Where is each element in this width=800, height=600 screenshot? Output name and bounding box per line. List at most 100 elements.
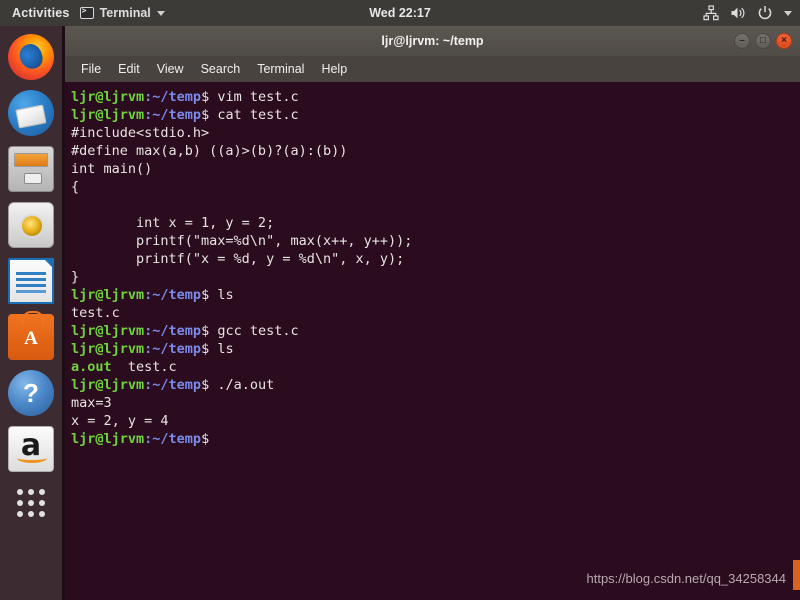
terminal-line: { <box>71 178 800 196</box>
terminal-line: printf("x = %d, y = %d\n", x, y); <box>71 250 800 268</box>
terminal-line: x = 2, y = 4 <box>71 412 800 430</box>
terminal-output-line: #include<stdio.h> <box>71 125 210 141</box>
menu-item-help[interactable]: Help <box>321 62 347 76</box>
resize-grip[interactable] <box>793 560 800 590</box>
terminal-window: ljr@ljrvm: ~/temp – □ × File Edit View S… <box>62 26 800 600</box>
terminal-output-line: printf("max=%d\n", max(x++, y++)); <box>71 233 413 249</box>
terminal-line: #define max(a,b) ((a)>(b)?(a):(b)) <box>71 142 800 160</box>
close-button[interactable]: × <box>776 33 792 49</box>
terminal-line: ljr@ljrvm:~/temp$ ls <box>71 286 800 304</box>
terminal-output-line: test.c <box>71 305 120 321</box>
grid-dot <box>27 511 34 518</box>
prompt-command: $ ./a.out <box>201 377 275 393</box>
prompt-user: ljr@ljrvm <box>71 287 145 303</box>
maximize-icon: □ <box>759 35 767 46</box>
prompt-user: ljr@ljrvm <box>71 107 145 123</box>
prompt-path: :~/temp <box>144 323 202 339</box>
prompt-command: $ cat test.c <box>201 107 299 123</box>
prompt-user: ljr@ljrvm <box>71 341 145 357</box>
network-icon[interactable] <box>703 5 719 21</box>
dock-item-thunderbird[interactable] <box>8 90 54 136</box>
minimize-icon: – <box>739 35 745 46</box>
prompt-command: $ vim test.c <box>201 89 299 105</box>
grid-dot <box>27 488 34 495</box>
prompt-path: :~/temp <box>144 107 202 123</box>
terminal-line: } <box>71 268 800 286</box>
menu-item-edit[interactable]: Edit <box>118 62 140 76</box>
terminal-line: ljr@ljrvm:~/temp$ vim test.c <box>71 88 800 106</box>
ls-file: test.c <box>111 359 177 375</box>
menu-item-terminal[interactable]: Terminal <box>257 62 304 76</box>
dock-item-libreoffice-writer[interactable] <box>8 258 54 304</box>
grid-dot <box>39 499 46 506</box>
launcher-dock <box>0 26 62 600</box>
terminal-line: a.out test.c <box>71 358 800 376</box>
menu-bar: File Edit View Search Terminal Help <box>65 56 800 82</box>
desktop-screen: Activities Terminal Wed 22:17 <box>0 0 800 600</box>
window-controls: – □ × <box>734 26 792 56</box>
grid-dot <box>16 488 23 495</box>
prompt-command: $ ls <box>201 341 234 357</box>
minimize-button[interactable]: – <box>734 33 750 49</box>
prompt-user: ljr@ljrvm <box>71 377 145 393</box>
menu-item-search[interactable]: Search <box>201 62 241 76</box>
app-menu-label: Terminal <box>99 6 151 20</box>
terminal-output-line <box>71 197 79 213</box>
close-icon: × <box>781 35 787 46</box>
grid-dot <box>16 499 23 506</box>
dock-item-amazon[interactable] <box>8 426 54 472</box>
terminal-line <box>71 196 800 214</box>
volume-icon[interactable] <box>730 5 746 21</box>
menu-item-view[interactable]: View <box>157 62 184 76</box>
activities-button[interactable]: Activities <box>0 6 80 20</box>
prompt-path: :~/temp <box>144 89 202 105</box>
grid-dot <box>16 511 23 518</box>
terminal-line: int main() <box>71 160 800 178</box>
dock-item-files[interactable] <box>8 146 54 192</box>
maximize-button[interactable]: □ <box>755 33 771 49</box>
terminal-line: #include<stdio.h> <box>71 124 800 142</box>
terminal-line: ljr@ljrvm:~/temp$ ./a.out <box>71 376 800 394</box>
prompt-user: ljr@ljrvm <box>71 89 145 105</box>
menu-item-file[interactable]: File <box>81 62 101 76</box>
terminal-output-line: #define max(a,b) ((a)>(b)?(a):(b)) <box>71 143 348 159</box>
grid-dot <box>39 511 46 518</box>
terminal-line: int x = 1, y = 2; <box>71 214 800 232</box>
terminal-line: ljr@ljrvm:~/temp$ <box>71 430 800 448</box>
terminal-line: ljr@ljrvm:~/temp$ ls <box>71 340 800 358</box>
power-icon[interactable] <box>757 5 773 21</box>
terminal-line: max=3 <box>71 394 800 412</box>
top-panel: Activities Terminal Wed 22:17 <box>0 0 800 26</box>
prompt-user: ljr@ljrvm <box>71 323 145 339</box>
prompt-command: $ gcc test.c <box>201 323 299 339</box>
ls-executable: a.out <box>71 359 112 375</box>
terminal-output-line: printf("x = %d, y = %d\n", x, y); <box>71 251 405 267</box>
grid-dot <box>27 499 34 506</box>
terminal-output-line: int x = 1, y = 2; <box>71 215 275 231</box>
system-tray <box>703 0 792 26</box>
terminal-line: printf("max=%d\n", max(x++, y++)); <box>71 232 800 250</box>
dock-item-firefox[interactable] <box>8 34 54 80</box>
window-titlebar[interactable]: ljr@ljrvm: ~/temp – □ × <box>65 26 800 56</box>
terminal-line: test.c <box>71 304 800 322</box>
dock-item-help[interactable] <box>8 370 54 416</box>
prompt-path: :~/temp <box>144 341 202 357</box>
terminal-icon <box>79 6 94 19</box>
terminal-output-line: x = 2, y = 4 <box>71 413 169 429</box>
app-menu-terminal[interactable]: Terminal <box>79 6 165 20</box>
prompt-path: :~/temp <box>144 431 202 447</box>
chevron-down-icon[interactable] <box>784 10 792 16</box>
prompt-path: :~/temp <box>144 377 202 393</box>
prompt-command: $ <box>201 431 218 447</box>
dock-item-rhythmbox[interactable] <box>8 202 54 248</box>
window-title: ljr@ljrvm: ~/temp <box>381 34 484 48</box>
terminal-output[interactable]: ljr@ljrvm:~/temp$ vim test.c ljr@ljrvm:~/… <box>65 82 800 600</box>
terminal-output-line: int main() <box>71 161 153 177</box>
watermark: https://blog.csdn.net/qq_34258344 <box>586 571 787 586</box>
terminal-output-line: } <box>71 269 80 285</box>
terminal-output-line: max=3 <box>71 395 112 411</box>
dock-item-ubuntu-software[interactable] <box>8 311 54 360</box>
prompt-user: ljr@ljrvm <box>71 431 145 447</box>
prompt-path: :~/temp <box>144 287 202 303</box>
show-applications-button[interactable] <box>14 486 48 520</box>
